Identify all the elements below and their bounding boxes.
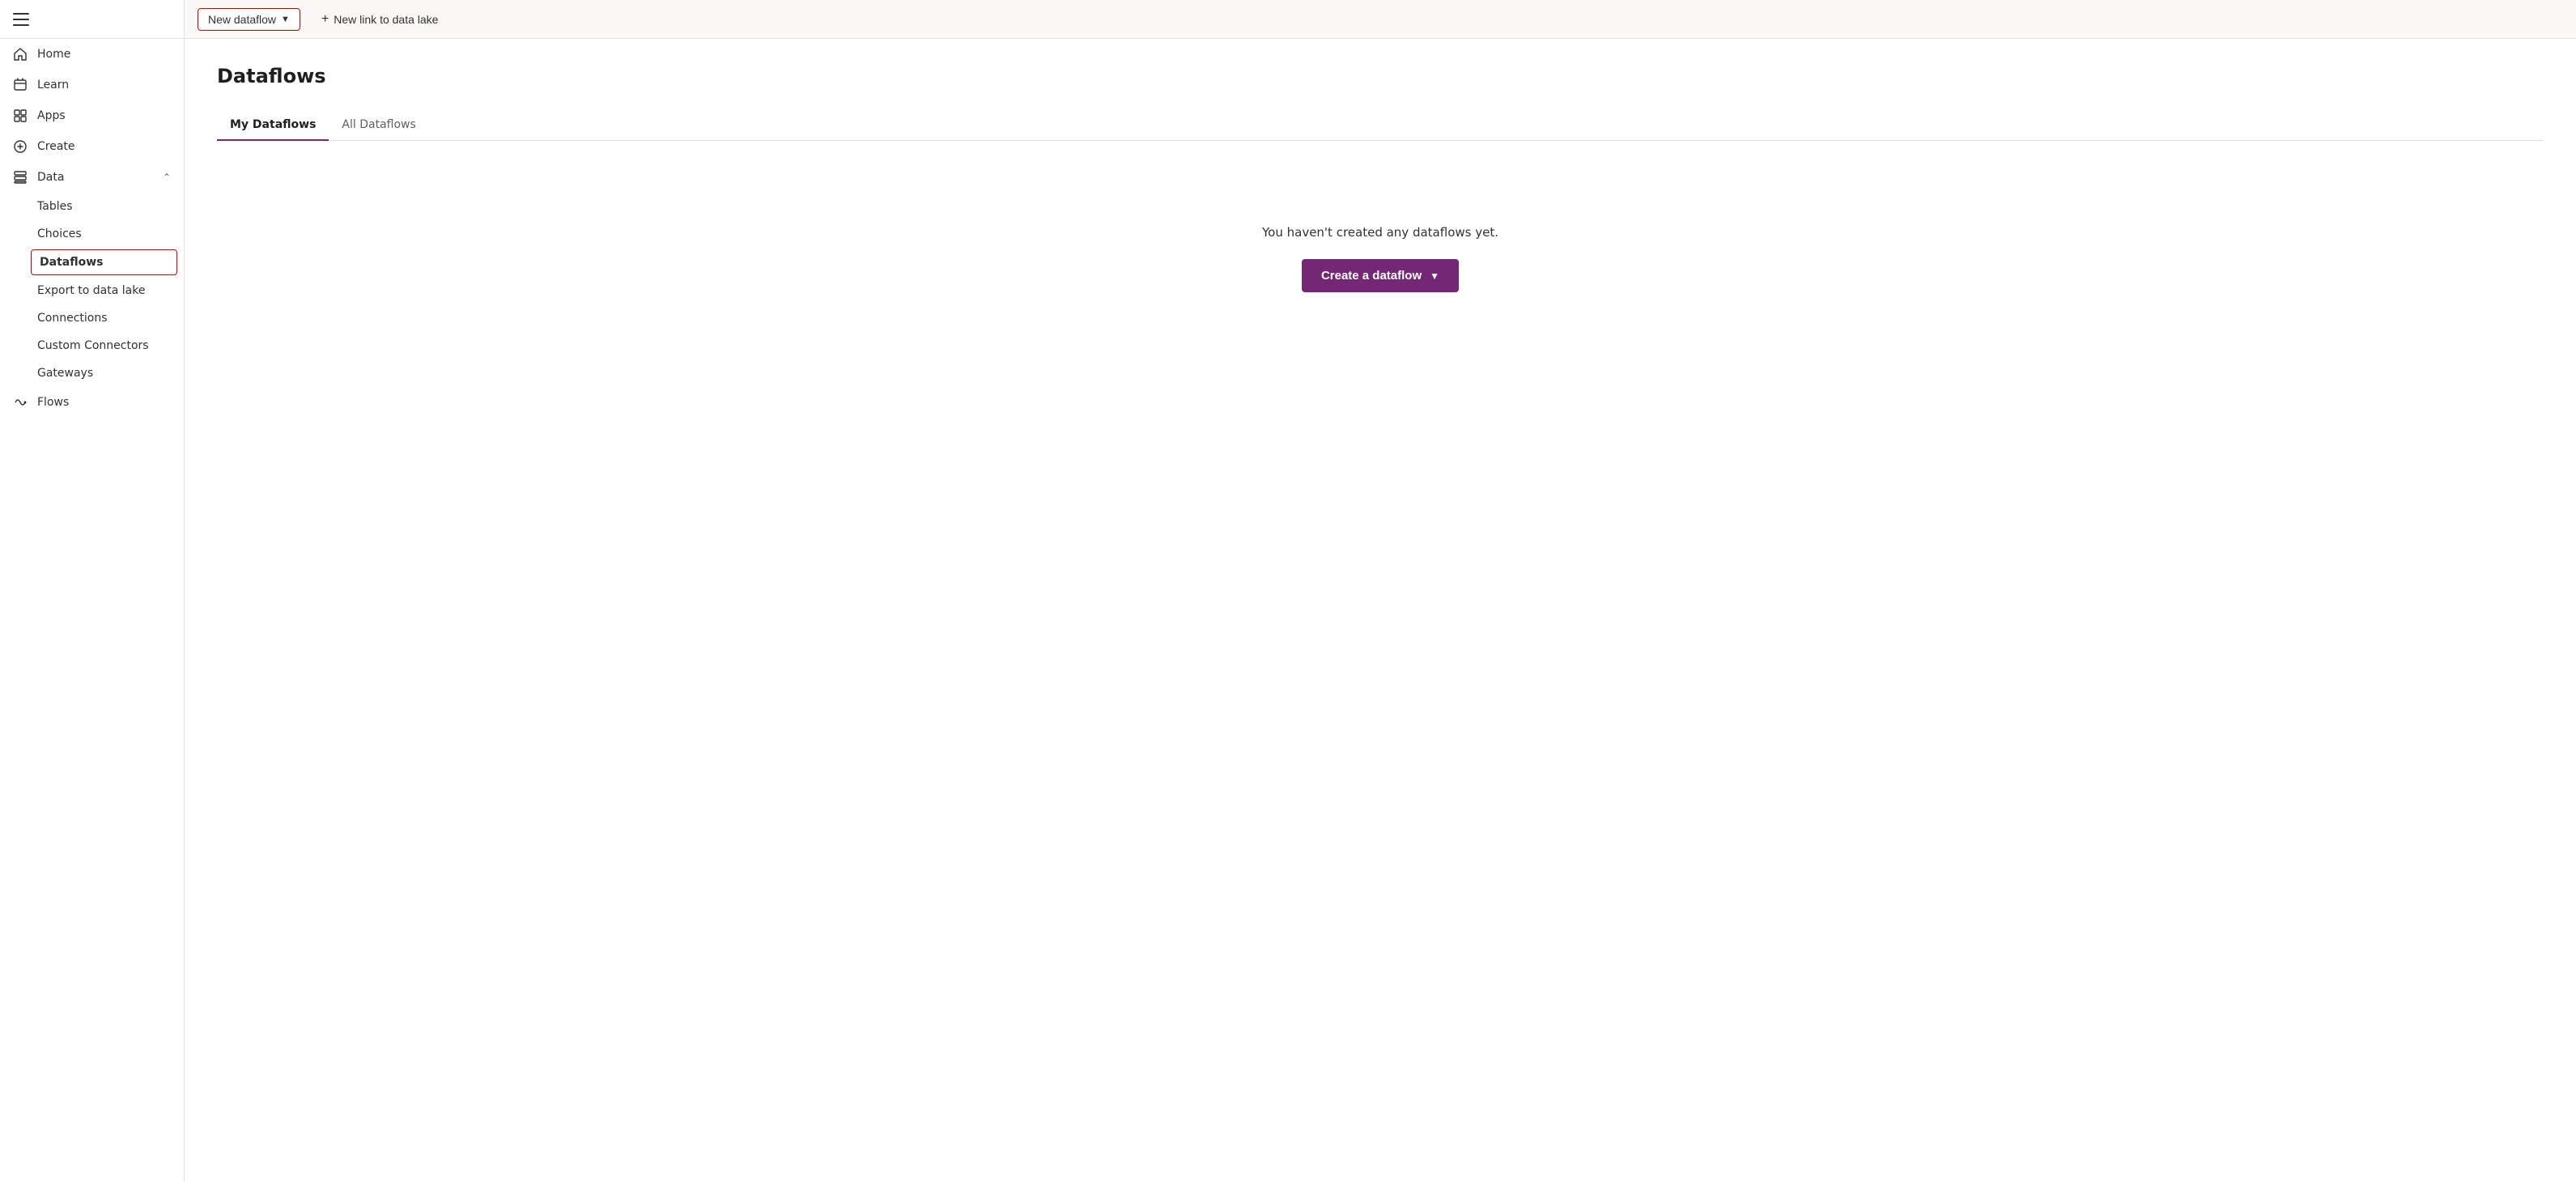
empty-state-message: You haven't created any dataflows yet. [1262,225,1498,240]
sidebar-subitem-dataflows[interactable]: Dataflows [31,249,177,275]
dropdown-chevron-icon: ▼ [281,15,290,24]
tab-all-dataflows[interactable]: All Dataflows [329,110,428,141]
sidebar-subitem-connections-label: Connections [37,312,108,325]
sidebar-subitem-tables-label: Tables [37,200,73,213]
sidebar-item-apps-label: Apps [37,109,171,122]
sidebar-item-apps[interactable]: Apps [0,100,184,131]
sidebar-item-create-label: Create [37,140,171,153]
sidebar: Home Learn Apps [0,0,185,1182]
sidebar-item-learn[interactable]: Learn [0,70,184,100]
toolbar: New dataflow ▼ + New link to data lake [185,0,2576,39]
create-dataflow-chevron-icon: ▼ [1430,270,1439,282]
sidebar-item-home-label: Home [37,48,171,61]
sidebar-subitem-custom-connectors-label: Custom Connectors [37,339,149,352]
new-dataflow-label: New dataflow [208,13,276,26]
sidebar-item-create[interactable]: Create [0,131,184,162]
sidebar-item-flows-label: Flows [37,396,171,409]
new-link-to-data-lake-button[interactable]: + New link to data lake [313,8,447,31]
home-icon [13,47,28,62]
data-icon [13,170,28,185]
learn-icon [13,78,28,92]
create-icon [13,139,28,154]
new-dataflow-button[interactable]: New dataflow ▼ [198,8,300,31]
sidebar-item-data[interactable]: Data ⌃ [0,162,184,193]
content-area: Dataflows My Dataflows All Dataflows You… [185,39,2576,1182]
sidebar-item-data-label: Data [37,171,153,184]
sidebar-subitem-gateways[interactable]: Gateways [0,359,184,387]
plus-icon: + [321,12,329,27]
sidebar-subitem-connections[interactable]: Connections [0,304,184,332]
tabs-bar: My Dataflows All Dataflows [217,110,2544,141]
sidebar-subitem-choices-label: Choices [37,227,82,240]
sidebar-header [0,0,184,39]
sidebar-item-learn-label: Learn [37,79,171,91]
main-area: New dataflow ▼ + New link to data lake D… [185,0,2576,1182]
new-link-label: New link to data lake [334,13,438,26]
sidebar-subitem-export-to-data-lake[interactable]: Export to data lake [0,277,184,304]
sidebar-item-home[interactable]: Home [0,39,184,70]
sidebar-subitem-custom-connectors[interactable]: Custom Connectors [0,332,184,359]
hamburger-menu-icon[interactable] [13,11,29,28]
create-dataflow-button[interactable]: Create a dataflow ▼ [1302,259,1459,292]
sidebar-subitem-export-to-data-lake-label: Export to data lake [37,284,145,297]
sidebar-subitem-choices[interactable]: Choices [0,220,184,248]
empty-state: You haven't created any dataflows yet. C… [217,160,2544,357]
sidebar-subitem-tables[interactable]: Tables [0,193,184,220]
sidebar-subitem-dataflows-label: Dataflows [40,256,103,269]
apps-icon [13,108,28,123]
sidebar-item-flows[interactable]: Flows [0,387,184,418]
page-title: Dataflows [217,65,2544,87]
chevron-up-icon: ⌃ [163,172,171,183]
sidebar-subitem-gateways-label: Gateways [37,367,93,380]
flows-icon [13,395,28,410]
tab-my-dataflows[interactable]: My Dataflows [217,110,329,141]
create-dataflow-label: Create a dataflow [1321,269,1422,283]
